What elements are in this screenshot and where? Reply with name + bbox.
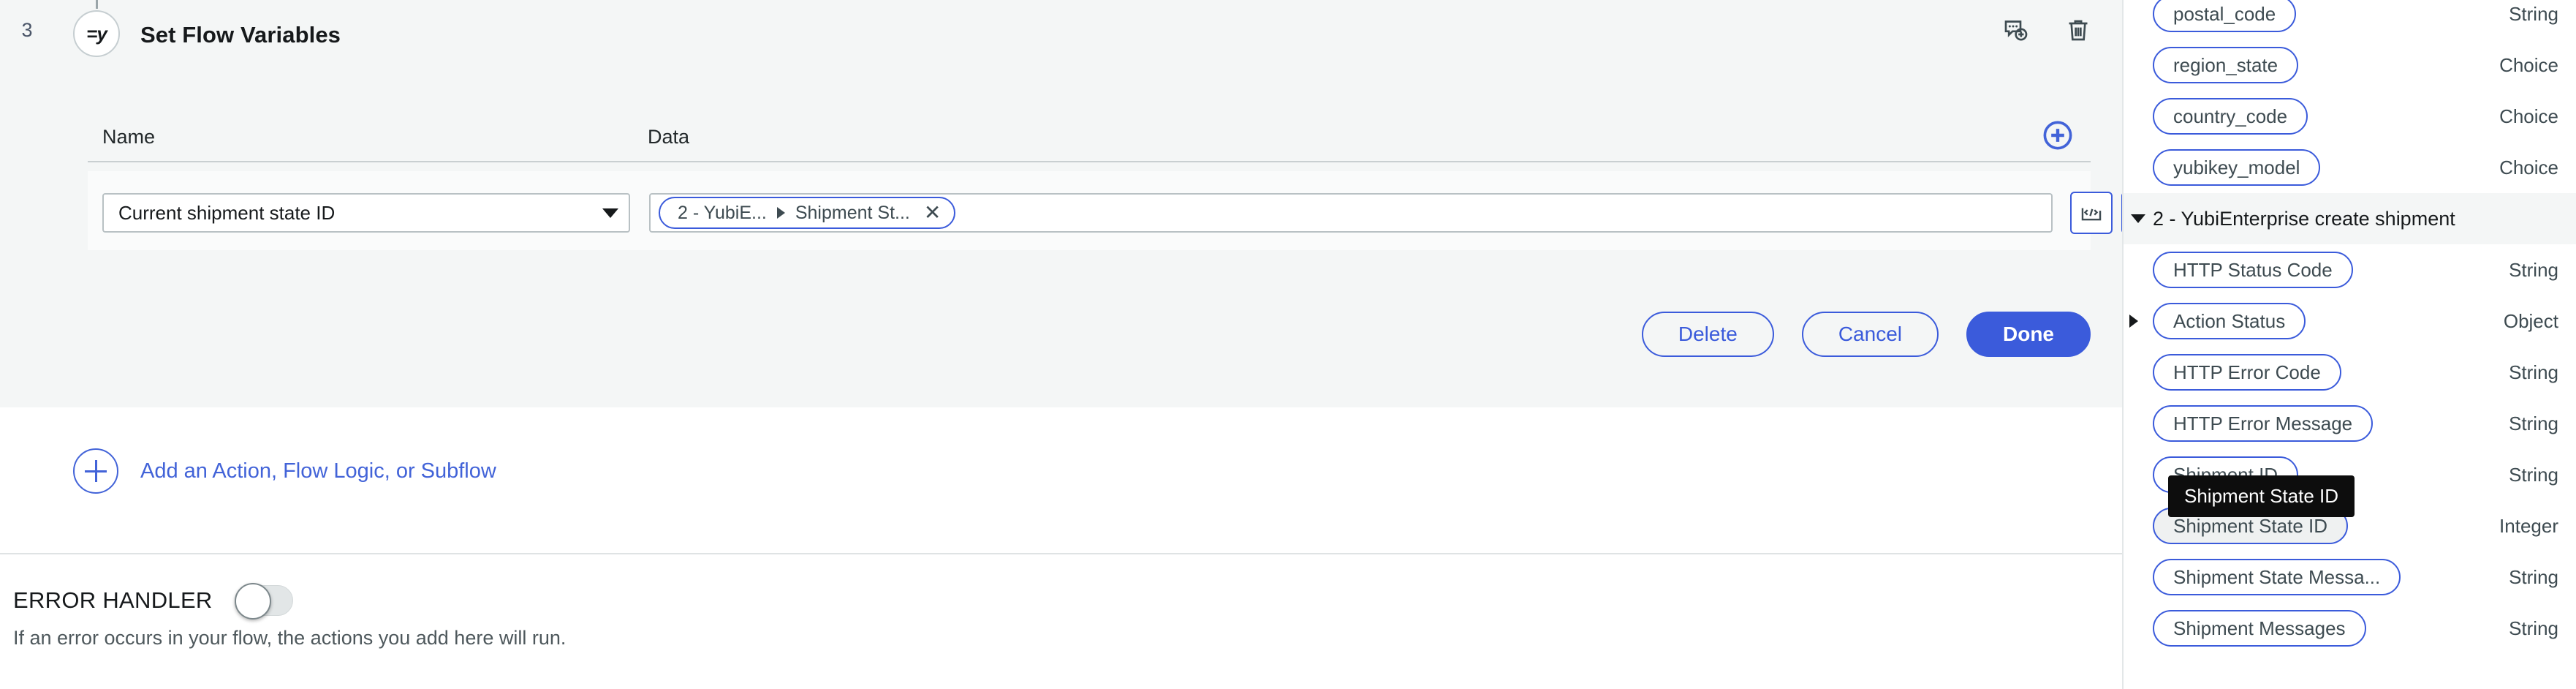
variable-name-select[interactable]: Current shipment state ID — [102, 193, 630, 233]
data-pill[interactable]: Shipment State Messa... — [2153, 559, 2401, 595]
done-button[interactable]: Done — [1966, 312, 2091, 357]
error-handler-toggle[interactable] — [234, 583, 293, 620]
list-item[interactable]: HTTP Status Code String — [2124, 244, 2576, 295]
list-item[interactable]: region_state Choice — [2124, 39, 2576, 91]
data-pill-type: Choice — [2499, 156, 2558, 178]
list-item[interactable]: HTTP Error Code String — [2124, 347, 2576, 398]
step-header-actions — [2002, 16, 2093, 45]
data-pill[interactable]: postal_code — [2153, 0, 2297, 32]
sidebar-group-header-create-shipment[interactable]: 2 - YubiEnterprise create shipment — [2124, 193, 2576, 244]
data-pill-type: Choice — [2499, 105, 2558, 127]
data-pill[interactable]: region_state — [2153, 47, 2299, 83]
data-pill[interactable]: country_code — [2153, 98, 2308, 135]
data-pill-chip[interactable]: 2 - YubiE... Shipment St... ✕ — [659, 197, 956, 229]
error-handler-title: ERROR HANDLER — [13, 587, 213, 613]
data-pill-type: String — [2509, 412, 2558, 434]
data-pill[interactable]: Shipment Messages — [2153, 610, 2366, 647]
list-item[interactable]: HTTP Error Message String — [2124, 398, 2576, 449]
column-header-data: Data — [648, 126, 690, 148]
add-action-row[interactable]: Add an Action, Flow Logic, or Subflow — [73, 448, 496, 494]
tooltip-shipment-state-id: Shipment State ID — [2168, 475, 2355, 517]
data-pill[interactable]: Action Status — [2153, 303, 2306, 339]
add-action-label: Add an Action, Flow Logic, or Subflow — [140, 459, 496, 483]
step-card: 3 =y Set Flow Variables Name Data Curren… — [0, 0, 2230, 407]
step-card-header: 3 =y Set Flow Variables — [0, 0, 2122, 72]
data-pill-type: Object — [2503, 309, 2558, 332]
chevron-down-icon — [602, 208, 618, 218]
add-comment-icon[interactable] — [2002, 16, 2031, 45]
variable-data-input[interactable]: 2 - YubiE... Shipment St... ✕ — [649, 193, 2053, 233]
add-action-section: Add an Action, Flow Logic, or Subflow — [0, 407, 2122, 554]
list-item[interactable]: Action Status Object — [2124, 295, 2576, 347]
list-item[interactable]: Shipment State Messa... String — [2124, 551, 2576, 603]
step-number: 3 — [21, 19, 33, 41]
data-pill-type: String — [2509, 463, 2558, 486]
code-editor-icon-button[interactable] — [2070, 192, 2113, 234]
data-pill[interactable]: HTTP Status Code — [2153, 252, 2353, 288]
table-row: Current shipment state ID 2 - YubiE... S… — [88, 171, 2230, 250]
list-item[interactable]: yubikey_model Choice — [2124, 142, 2576, 193]
data-pill-label: region_state — [2173, 53, 2278, 76]
data-pill-label: HTTP Error Message — [2173, 412, 2353, 434]
flow-designer-screen: 3 =y Set Flow Variables Name Data Curren… — [0, 0, 2576, 689]
sidebar-group-title: 2 - YubiEnterprise create shipment — [2153, 207, 2455, 230]
data-pill-sidebar[interactable]: postal_code String region_state Choice c… — [2122, 0, 2576, 689]
plus-circle-icon — [73, 448, 118, 494]
data-pill-label: HTTP Error Code — [2173, 361, 2321, 383]
triangle-right-icon[interactable] — [2129, 315, 2138, 328]
chip-field-label: Shipment St... — [795, 202, 910, 223]
chevron-right-icon — [776, 207, 785, 219]
data-pill-label: country_code — [2173, 105, 2288, 127]
data-pill-label: HTTP Status Code — [2173, 258, 2333, 281]
data-pill-type: Integer — [2499, 514, 2558, 537]
triangle-down-icon — [2131, 214, 2145, 223]
data-pill-type: String — [2509, 2, 2558, 25]
add-variable-row-button[interactable] — [2041, 118, 2075, 152]
step-action-buttons: Delete Cancel Done — [0, 301, 2091, 367]
step-icon-glyph: =y — [86, 23, 107, 45]
set-flow-variables-icon: =y — [73, 10, 120, 57]
data-pill-type: String — [2509, 617, 2558, 639]
data-pill[interactable]: yubikey_model — [2153, 149, 2321, 186]
variable-name-value: Current shipment state ID — [118, 201, 336, 224]
toggle-knob — [234, 583, 271, 620]
error-handler-header: ERROR HANDLER — [13, 583, 293, 620]
list-item[interactable]: postal_code String — [2124, 0, 2576, 39]
data-pill[interactable]: HTTP Error Code — [2153, 354, 2341, 391]
column-header-name: Name — [102, 126, 156, 148]
data-pill-label: Shipment State Messa... — [2173, 565, 2381, 588]
data-pill-type: Choice — [2499, 53, 2558, 76]
cancel-button[interactable]: Cancel — [1801, 312, 1939, 357]
delete-step-icon[interactable] — [2064, 16, 2093, 45]
chip-source-label: 2 - YubiE... — [678, 202, 767, 223]
data-pill-label: postal_code — [2173, 2, 2276, 25]
data-pill-label: Shipment Messages — [2173, 617, 2346, 639]
error-handler-description: If an error occurs in your flow, the act… — [13, 627, 567, 649]
data-pill-label: Shipment State ID — [2173, 514, 2327, 537]
list-item[interactable]: country_code Choice — [2124, 91, 2576, 142]
step-title: Set Flow Variables — [140, 22, 341, 48]
variables-table-header: Name Data — [88, 116, 2091, 162]
delete-button[interactable]: Delete — [1641, 312, 1774, 357]
chip-remove-icon[interactable]: ✕ — [924, 203, 941, 223]
data-pill-label: Action Status — [2173, 309, 2286, 332]
data-pill[interactable]: HTTP Error Message — [2153, 405, 2374, 442]
main-canvas: 3 =y Set Flow Variables Name Data Curren… — [0, 0, 2230, 689]
data-pill-type: String — [2509, 361, 2558, 383]
error-handler-section: ERROR HANDLER If an error occurs in your… — [0, 556, 2122, 689]
data-pill-label: yubikey_model — [2173, 156, 2300, 178]
data-pill-type: String — [2509, 565, 2558, 588]
data-pill-type: String — [2509, 258, 2558, 281]
list-item[interactable]: Shipment Messages String — [2124, 603, 2576, 654]
